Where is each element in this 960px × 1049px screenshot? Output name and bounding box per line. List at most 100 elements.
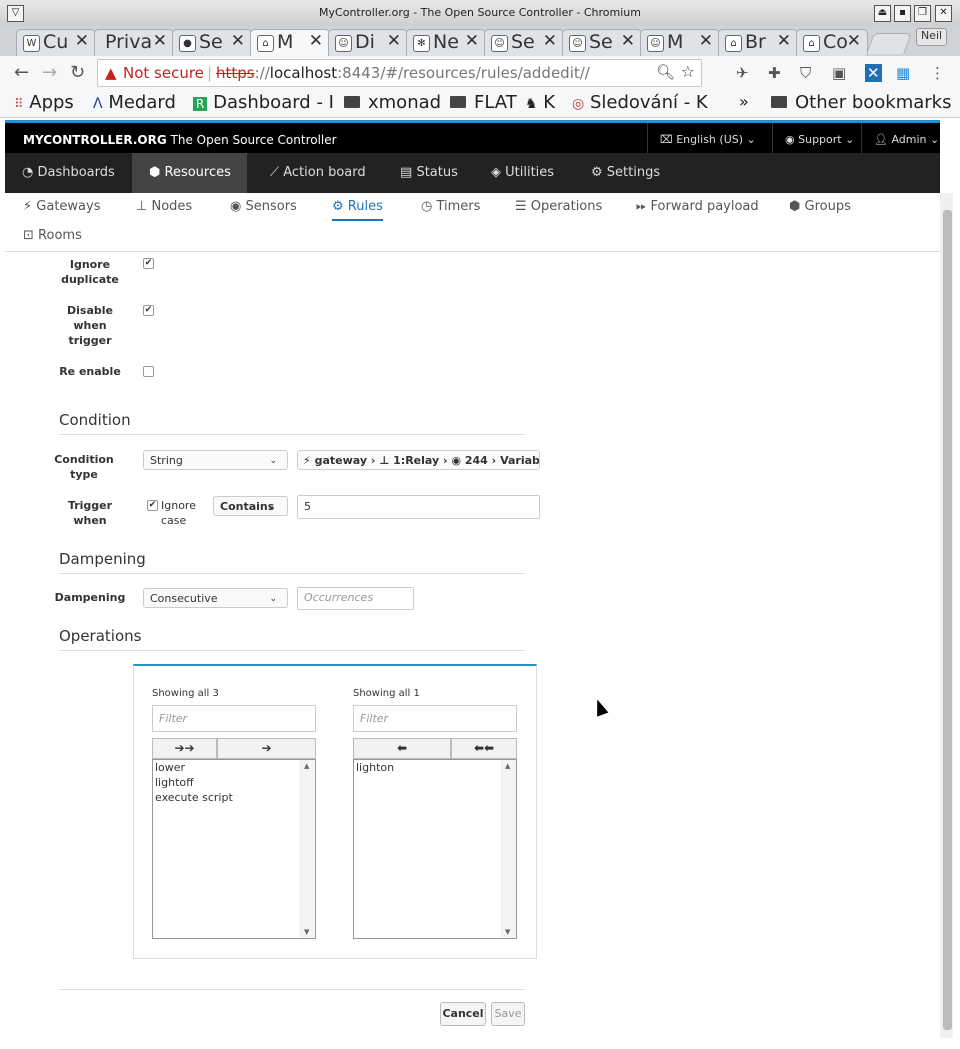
nav-action-board[interactable]: ⟋ Action board xyxy=(253,153,382,193)
subnav-nodes[interactable]: ⊥ Nodes xyxy=(136,199,192,214)
nav-dashboards[interactable]: ◔ Dashboards xyxy=(5,153,131,193)
scroll-up-icon[interactable]: ▲ xyxy=(505,762,510,770)
browser-tab[interactable]: ● Se ✕ xyxy=(172,29,252,56)
condition-type-select[interactable]: String ⌄ xyxy=(143,450,288,470)
scroll-down-icon[interactable]: ▼ xyxy=(505,928,510,936)
subnav-rules[interactable]: ⚙ Rules xyxy=(332,199,383,221)
subnav-groups[interactable]: ⬢ Groups xyxy=(789,199,851,214)
support-menu[interactable]: ◉ Support ⌄ xyxy=(772,123,867,156)
url-text[interactable]: https://localhost:8443/#/resources/rules… xyxy=(216,64,590,82)
occurrences-input[interactable]: Occurrences xyxy=(297,587,414,610)
brand[interactable]: MYCONTROLLER.ORG The Open Source Control… xyxy=(23,133,337,147)
subnav-operations[interactable]: ☰ Operations xyxy=(515,199,602,214)
list-item[interactable]: execute script xyxy=(153,790,315,805)
list-item[interactable]: lower xyxy=(153,760,315,775)
browser-tab[interactable]: ⌂ Co ✕ xyxy=(796,29,868,56)
extension-icon[interactable]: ✕ xyxy=(865,64,882,82)
dampening-select[interactable]: Consecutive ⌄ xyxy=(143,588,288,608)
ignore-duplicate-checkbox[interactable]: ✔ xyxy=(143,258,154,269)
tab-close-icon[interactable]: ✕ xyxy=(699,31,713,51)
browser-tab[interactable]: ☺ Se ✕ xyxy=(562,29,642,56)
list-scrollbar[interactable]: ▲ ▼ xyxy=(300,760,315,938)
move-selected-right-button[interactable]: ➔ xyxy=(217,738,316,759)
list-item[interactable]: lighton xyxy=(354,760,516,775)
browser-tab[interactable]: Priva ✕ xyxy=(94,29,174,56)
window-close-icon[interactable]: ✕ xyxy=(935,5,952,22)
list-scrollbar[interactable]: ▲ ▼ xyxy=(501,760,516,938)
tab-close-icon[interactable]: ✕ xyxy=(465,31,479,51)
tab-close-icon[interactable]: ✕ xyxy=(75,31,89,51)
bookmark-folder-xmonad[interactable]: xmonad xyxy=(344,92,441,113)
profile-name[interactable]: Neil xyxy=(916,28,948,46)
move-selected-left-button[interactable]: ⬅ xyxy=(353,738,451,759)
reload-icon[interactable]: ↻ xyxy=(70,62,85,83)
tab-close-icon[interactable]: ✕ xyxy=(777,31,791,51)
nav-utilities[interactable]: ◈ Utilities xyxy=(474,153,570,193)
resource-selector[interactable]: ⚡ gateway › ⊥ 1:Relay › ◉ 244 › Variab ⌄ xyxy=(297,450,540,470)
shield-icon[interactable]: ⛉ xyxy=(800,64,811,82)
address-bar[interactable]: ▲ Not secure | https://localhost:8443/#/… xyxy=(97,59,702,87)
bookmark-folder-flat[interactable]: FLAT xyxy=(450,92,517,113)
save-button[interactable]: Save xyxy=(491,1002,525,1026)
cancel-button[interactable]: Cancel xyxy=(440,1002,486,1026)
browser-tab[interactable]: ☺ Di ✕ xyxy=(328,29,408,56)
forward-arrow-icon[interactable]: → xyxy=(42,62,57,83)
page-scrollbar-thumb[interactable] xyxy=(943,210,952,1030)
operator-select[interactable]: Contains ⌄ xyxy=(213,496,288,516)
zoom-icon[interactable]: 🔍︎ xyxy=(656,63,675,81)
subnav-forward-payload[interactable]: ⏩︎ Forward payload xyxy=(636,199,759,214)
window-maximize-icon[interactable]: ❐ xyxy=(914,5,931,22)
move-all-right-button[interactable]: ➔➔ xyxy=(152,738,217,759)
subnav-gateways[interactable]: ⚡ Gateways xyxy=(23,199,100,214)
bookmark-folder-other[interactable]: Other bookmarks xyxy=(771,92,951,113)
move-all-left-button[interactable]: ⬅⬅ xyxy=(451,738,517,759)
window-shade-icon[interactable]: ⏏ xyxy=(874,5,891,22)
subnav-timers[interactable]: ◷ Timers xyxy=(421,199,480,214)
bookmark-k[interactable]: ♞ K xyxy=(525,92,555,113)
subnav-sensors[interactable]: ◉ Sensors xyxy=(230,199,297,214)
available-filter-input[interactable]: Filter xyxy=(152,705,316,732)
security-status[interactable]: Not secure xyxy=(123,64,204,82)
disable-when-trigger-checkbox[interactable]: ✔ xyxy=(143,305,154,316)
selected-filter-input[interactable]: Filter xyxy=(353,705,517,732)
trigger-value-input[interactable]: 5 xyxy=(297,495,540,519)
admin-menu[interactable]: 👤︎ Admin ⌄ xyxy=(861,123,940,156)
bookmark-medard[interactable]: Λ Medard xyxy=(93,92,176,113)
selected-list[interactable]: lighton ▲ ▼ xyxy=(353,759,517,939)
nav-resources[interactable]: ⬢ Resources xyxy=(132,153,247,193)
subnav-rooms[interactable]: ⊡ Rooms xyxy=(23,228,82,243)
browser-tab[interactable]: ☺ M ✕ xyxy=(640,29,720,56)
nav-settings[interactable]: ⚙ Settings xyxy=(574,153,676,193)
bookmark-apps[interactable]: ⠿ Apps xyxy=(14,92,74,113)
tab-close-icon[interactable]: ✕ xyxy=(309,31,323,51)
menu-kebab-icon[interactable]: ⋮ xyxy=(930,64,945,82)
nav-status[interactable]: ▤ Status xyxy=(383,153,474,193)
browser-tab[interactable]: W Cu ✕ xyxy=(16,29,96,56)
puzzle-icon[interactable]: ✚ xyxy=(768,64,781,82)
browser-tab-active[interactable]: ⌂ M ✕ xyxy=(250,29,330,56)
scroll-down-icon[interactable]: ▼ xyxy=(304,928,309,936)
tab-close-icon[interactable]: ✕ xyxy=(231,31,245,51)
re-enable-checkbox[interactable] xyxy=(143,366,154,377)
tab-close-icon[interactable]: ✕ xyxy=(621,31,635,51)
scroll-up-icon[interactable]: ▲ xyxy=(304,762,309,770)
bookmarks-overflow-chevron[interactable]: » xyxy=(739,92,749,111)
extension-icon[interactable]: ✈ xyxy=(736,64,749,82)
available-list[interactable]: lower lightoff execute script ▲ ▼ xyxy=(152,759,316,939)
browser-tab[interactable]: ✻ Ne ✕ xyxy=(406,29,486,56)
bookmark-dashboard[interactable]: R Dashboard - I xyxy=(193,92,334,113)
ignore-case-checkbox[interactable]: ✔ xyxy=(147,500,158,511)
extension-icon[interactable]: ▦ xyxy=(896,64,910,82)
tab-close-icon[interactable]: ✕ xyxy=(543,31,557,51)
star-icon[interactable]: ☆ xyxy=(681,62,695,81)
back-arrow-icon[interactable]: ← xyxy=(14,62,29,83)
browser-tab[interactable]: ☺ Se ✕ xyxy=(484,29,564,56)
window-minimize-icon[interactable]: ▪ xyxy=(894,5,911,22)
extension-icon[interactable]: ▣ xyxy=(832,64,846,82)
tab-close-icon[interactable]: ✕ xyxy=(847,31,861,51)
tab-close-icon[interactable]: ✕ xyxy=(387,31,401,51)
new-tab-button[interactable] xyxy=(866,33,912,54)
bookmark-sledovani[interactable]: ◎ Sledování - K xyxy=(572,92,708,113)
browser-tab[interactable]: ⌂ Br ✕ xyxy=(718,29,798,56)
list-item[interactable]: lightoff xyxy=(153,775,315,790)
